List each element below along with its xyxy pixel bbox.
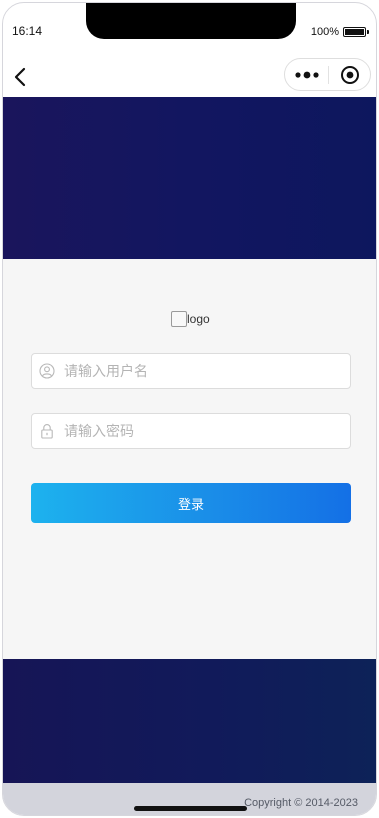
bottom-banner [3,659,376,783]
username-input[interactable] [64,356,334,386]
phone-frame: 16:14 100% logo 请输入用户名 登录 Copyright © 20… [2,2,377,816]
copyright-text: Copyright © 2014-2023 [244,797,358,809]
logo: logo [171,311,210,327]
chevron-left-icon [14,67,26,87]
status-time: 16:14 [12,24,43,38]
status-indicators: 100% [310,26,369,38]
more-dots-icon [294,71,319,78]
notch [86,3,296,39]
user-icon [39,363,55,379]
back-button[interactable] [9,65,33,89]
home-indicator [134,806,247,811]
battery-percent: 100% [310,26,339,38]
mini-program-capsule [284,58,371,91]
broken-image-icon [171,311,187,327]
target-circle-icon [340,65,359,84]
logo-alt-text: logo [187,312,210,326]
more-button[interactable] [285,59,328,90]
top-banner [3,97,376,259]
battery-icon [343,27,369,37]
battery-level-fill [345,29,364,35]
login-panel: logo 登录 [3,259,376,659]
lock-icon [41,424,53,439]
footer: Copyright © 2014-2023 [3,783,376,815]
password-input[interactable] [64,416,334,446]
username-field[interactable] [31,353,351,389]
close-miniprogram-button[interactable] [329,59,370,90]
login-button[interactable]: 登录 [31,483,351,523]
password-field[interactable] [31,413,351,449]
